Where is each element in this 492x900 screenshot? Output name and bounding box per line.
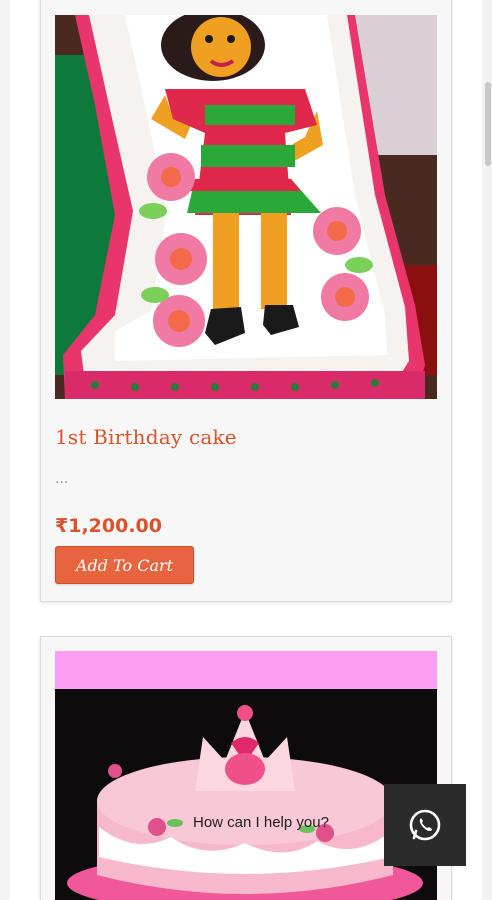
- crown-cake-image: [55, 651, 437, 900]
- chat-prompt-text[interactable]: How can I help you?: [193, 814, 329, 831]
- product-card: 1st Birthday cake ... ₹1,200.00 Add To C…: [40, 0, 452, 602]
- whatsapp-icon: [409, 809, 441, 841]
- product-excerpt: ...: [55, 471, 69, 487]
- add-to-cart-button[interactable]: Add To Cart: [55, 546, 194, 584]
- product-price: ₹1,200.00: [55, 515, 162, 537]
- product-image[interactable]: [55, 15, 437, 399]
- product-image[interactable]: [55, 651, 437, 900]
- whatsapp-chat-button[interactable]: [384, 784, 466, 866]
- scrollbar-thumb[interactable]: [485, 82, 491, 166]
- product-title[interactable]: 1st Birthday cake: [55, 425, 237, 449]
- birthday-cake-image: [55, 15, 437, 399]
